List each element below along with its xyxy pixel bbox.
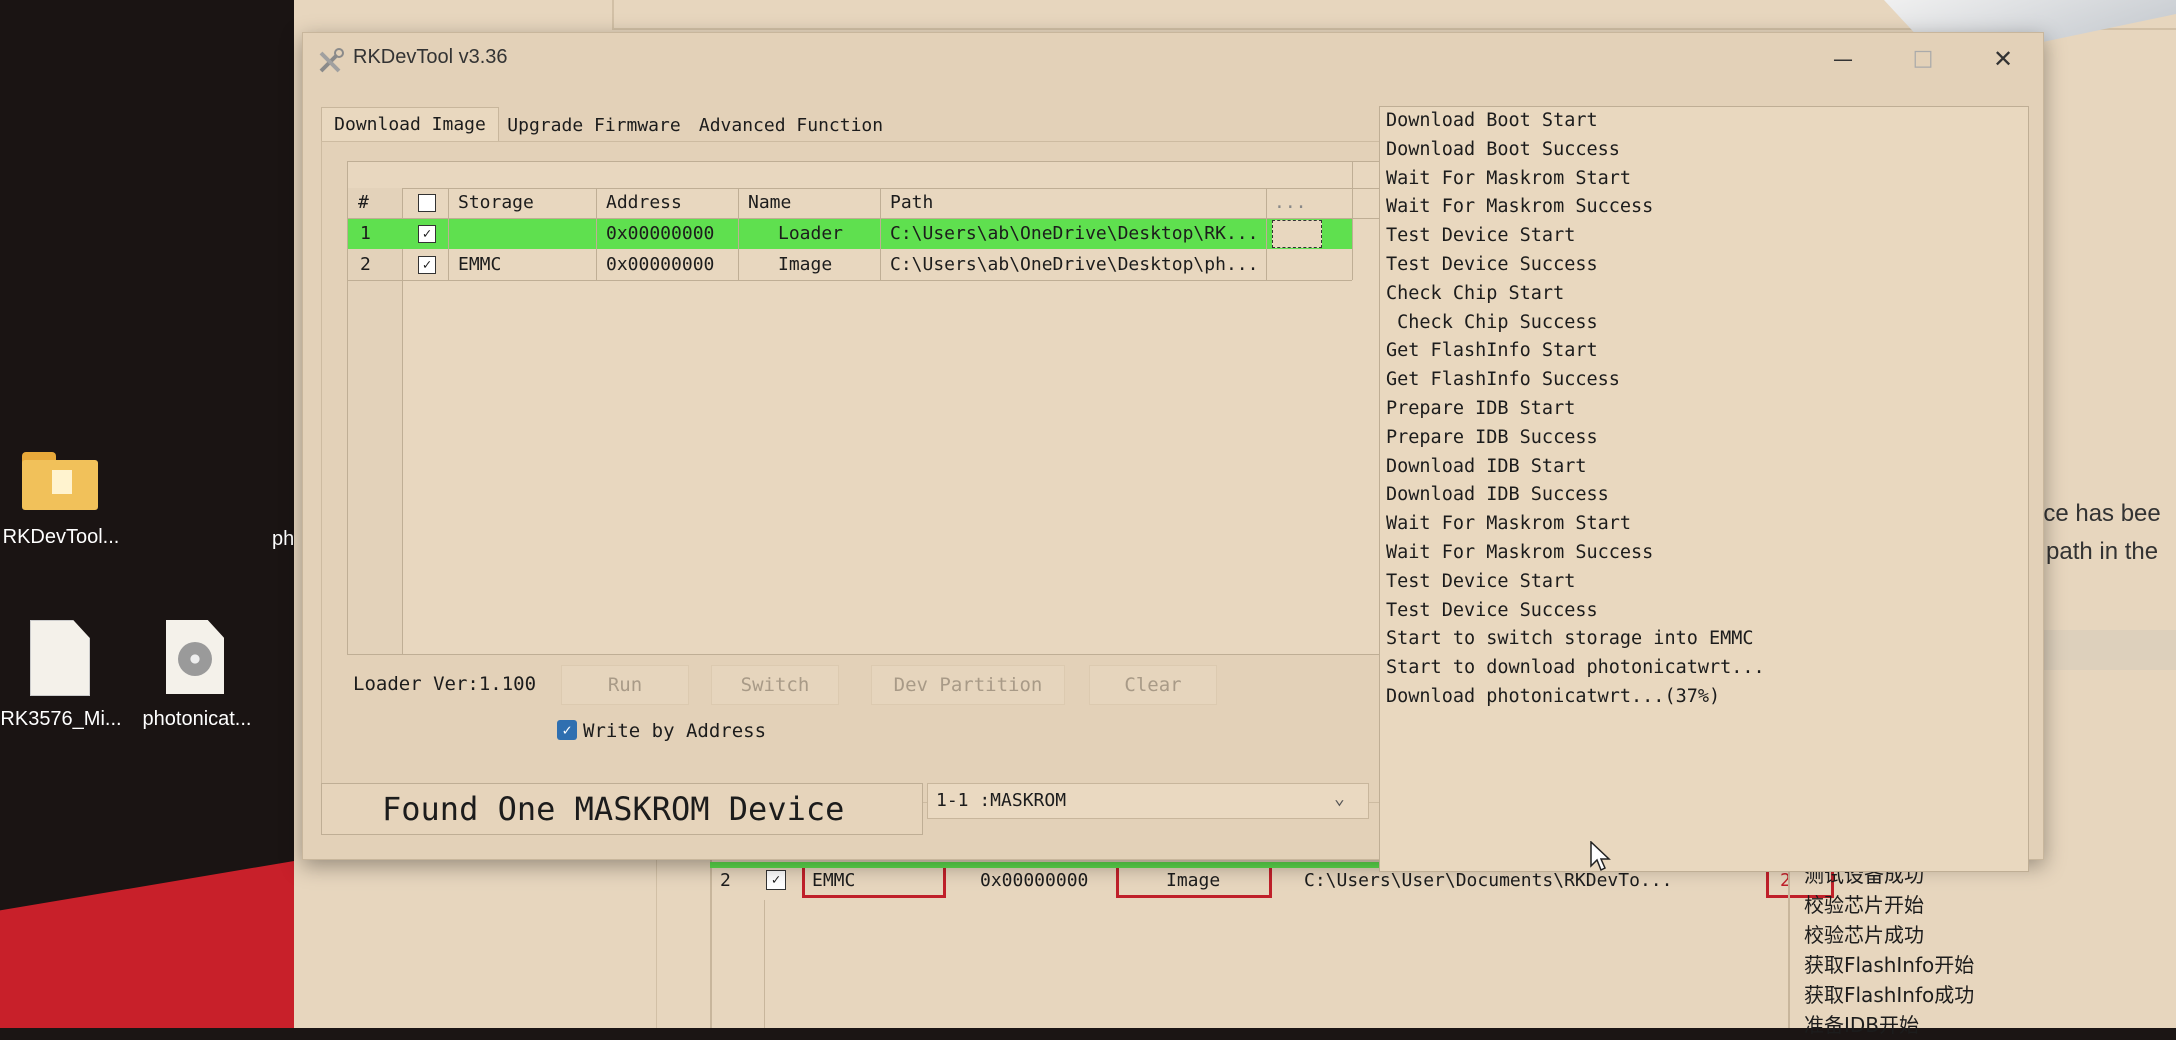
- run-button[interactable]: Run: [561, 665, 689, 705]
- switch-button[interactable]: Switch: [711, 665, 839, 705]
- status-text: Found One MASKROM Device: [382, 790, 845, 828]
- disk-image-icon: [166, 620, 224, 694]
- log-line: Prepare IDB Start: [1386, 397, 1576, 419]
- title-bar[interactable]: RKDevTool v3.36 — □ ✕: [303, 33, 2043, 87]
- row-name: Loader: [778, 223, 844, 244]
- clear-button[interactable]: Clear: [1089, 665, 1217, 705]
- tab-label: Upgrade Firmware: [507, 115, 681, 136]
- dev-partition-button[interactable]: Dev Partition: [871, 665, 1065, 705]
- row-name: Image: [778, 254, 833, 275]
- log-line: Test Device Start: [1386, 570, 1576, 592]
- desktop: RKDevTool... RK3576_Mi... photonicat... …: [0, 0, 300, 1028]
- file-icon: [30, 620, 90, 696]
- status-box: Found One MASKROM Device: [321, 783, 923, 835]
- row-address: 0x00000000: [606, 254, 715, 275]
- tools-icon: [317, 47, 345, 75]
- browse-button[interactable]: [1272, 220, 1322, 248]
- column-header-path: Path: [890, 192, 934, 213]
- column-header-storage: Storage: [458, 192, 534, 213]
- desktop-peek-label: ph: [272, 528, 295, 550]
- log-panel[interactable]: Download Boot Start Download Boot Succes…: [1379, 106, 2029, 872]
- rkdevtool-window: RKDevTool v3.36 — □ ✕ Download Image Upg…: [302, 32, 2044, 872]
- close-button[interactable]: ✕: [1983, 41, 2023, 77]
- desktop-icon-label: RKDevTool...: [2, 526, 120, 548]
- write-by-address-label: Write by Address: [583, 720, 767, 742]
- desktop-icon-disk-image[interactable]: photonicat...: [136, 612, 256, 732]
- write-by-address-checkbox[interactable]: ✓: [557, 720, 577, 740]
- window-title: RKDevTool v3.36: [353, 46, 508, 68]
- log-line: Test Device Start: [1386, 225, 1576, 247]
- log-line: Prepare IDB Success: [1386, 426, 1598, 448]
- log-line: Get FlashInfo Success: [1386, 369, 1620, 391]
- desktop-icon-file[interactable]: RK3576_Mi...: [0, 612, 122, 732]
- column-header-browse: ...: [1274, 192, 1307, 213]
- log-line: Test Device Success: [1386, 253, 1598, 275]
- table-row[interactable]: 1 ✓ 0x00000000 Loader C:\Users\ab\OneDri…: [348, 219, 1352, 249]
- log-lines: Download Boot Start Download Boot Succes…: [1386, 107, 1765, 712]
- log-line: Download Boot Start: [1386, 110, 1598, 131]
- log-line: Start to download photonicatwrt...: [1386, 657, 1765, 679]
- row-num: 1: [360, 223, 371, 244]
- log-line: Wait For Maskrom Start: [1386, 167, 1632, 189]
- log-line: Download Boot Success: [1386, 138, 1620, 160]
- loader-version: Loader Ver:1.100: [353, 673, 537, 695]
- background-side-text: path in the: [2046, 538, 2159, 565]
- row-num: 2: [360, 254, 371, 275]
- column-header-address: Address: [606, 192, 682, 213]
- log-line: Wait For Maskrom Success: [1386, 196, 1654, 218]
- row-storage: EMMC: [458, 254, 502, 275]
- tab-upgrade-firmware[interactable]: Upgrade Firmware: [499, 111, 689, 141]
- tab-download-image[interactable]: Download Image: [321, 107, 499, 142]
- log-line: Download photonicatwrt...(37%): [1386, 685, 1721, 707]
- row-path: C:\Users\ab\OneDrive\Desktop\RK...: [890, 223, 1259, 244]
- log-line: Check Chip Start: [1386, 282, 1565, 304]
- log-line: Test Device Success: [1386, 599, 1598, 621]
- tab-label: Advanced Function: [698, 115, 884, 136]
- desktop-icon-label: RK3576_Mi...: [0, 708, 122, 730]
- log-line: Download IDB Success: [1386, 484, 1609, 506]
- log-line: Check Chip Success: [1386, 311, 1598, 333]
- desktop-icon-label: photonicat...: [142, 708, 252, 730]
- select-all-checkbox[interactable]: [418, 194, 436, 212]
- tab-advanced-function[interactable]: Advanced Function: [691, 111, 891, 141]
- row-checkbox[interactable]: ✓: [418, 256, 436, 274]
- background-side-text: ice has bee: [2038, 500, 2161, 527]
- device-select-value: 1-1 :MASKROM: [936, 790, 1067, 811]
- table-row[interactable]: 2 ✓ EMMC 0x00000000 Image C:\Users\ab\On…: [348, 250, 1352, 281]
- log-line: Get FlashInfo Start: [1386, 340, 1598, 362]
- log-line: Wait For Maskrom Start: [1386, 513, 1632, 535]
- tab-label: Download Image: [334, 114, 486, 135]
- row-address: 0x00000000: [606, 223, 715, 244]
- row-checkbox[interactable]: ✓: [418, 225, 436, 243]
- log-line: Wait For Maskrom Success: [1386, 541, 1654, 563]
- minimize-button[interactable]: —: [1823, 41, 1863, 77]
- column-header-num: #: [358, 192, 369, 213]
- wallpaper-shape: [0, 860, 300, 1028]
- mouse-cursor-icon: [1590, 840, 1612, 877]
- desktop-icon-folder[interactable]: RKDevTool...: [0, 440, 120, 560]
- background-log-cn: 测试设备成功 校验芯片开始 校验芯片成功 获取FlashInfo开始 获取Fla…: [1804, 863, 1975, 1037]
- folder-icon: [22, 452, 98, 510]
- device-select[interactable]: 1-1 :MASKROM ⌄: [927, 783, 1369, 819]
- log-line: Download IDB Start: [1386, 455, 1587, 477]
- maximize-button[interactable]: □: [1903, 41, 1943, 77]
- log-line: Start to switch storage into EMMC: [1386, 628, 1754, 650]
- column-header-name: Name: [748, 192, 792, 213]
- row-path: C:\Users\ab\OneDrive\Desktop\ph...: [890, 254, 1259, 275]
- chevron-down-icon: ⌄: [1334, 788, 1345, 809]
